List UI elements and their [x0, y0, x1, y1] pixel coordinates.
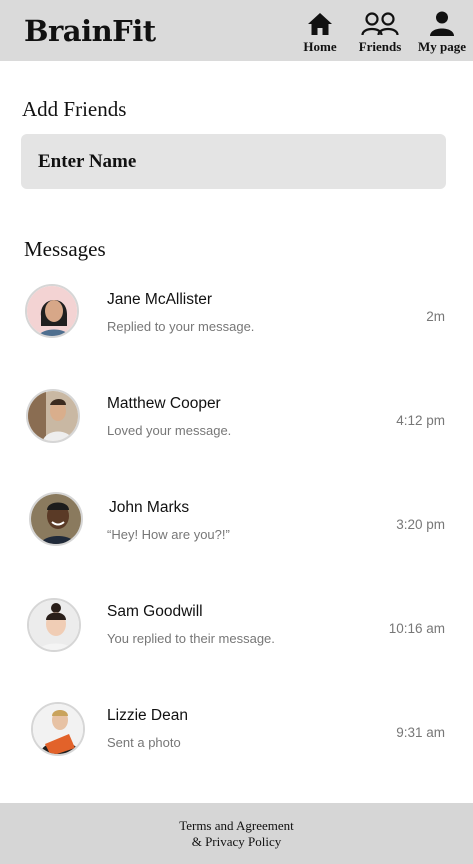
- contact-name: Sam Goodwill: [107, 603, 203, 620]
- message-preview: Replied to your message.: [107, 319, 255, 334]
- message-item[interactable]: Matthew Cooper Loved your message. 4:12 …: [0, 384, 473, 464]
- messages-title: Messages: [24, 237, 106, 261]
- avatar: [29, 492, 83, 546]
- message-preview: You replied to their message.: [107, 631, 275, 646]
- avatar: [31, 702, 85, 756]
- home-icon: [307, 8, 333, 36]
- message-item[interactable]: John Marks “Hey! How are you?!” 3:20 pm: [0, 488, 473, 568]
- message-time: 9:31 am: [396, 725, 445, 740]
- message-time: 4:12 pm: [396, 413, 445, 428]
- privacy-link[interactable]: & Privacy Policy: [192, 834, 282, 850]
- avatar: [25, 284, 79, 338]
- message-preview: Sent a photo: [107, 735, 181, 750]
- enter-name-input[interactable]: [21, 134, 446, 189]
- message-time: 2m: [426, 309, 445, 324]
- contact-name: Lizzie Dean: [107, 707, 188, 724]
- contact-name: John Marks: [109, 499, 190, 516]
- brand-logo[interactable]: BrainFit: [24, 14, 156, 48]
- message-item[interactable]: Lizzie Dean Sent a photo 9:31 am: [0, 696, 473, 776]
- contact-name: Matthew Cooper: [107, 395, 221, 412]
- top-bar: BrainFit Home Friends My page: [0, 0, 473, 61]
- nav-my-page-label: My page: [417, 39, 467, 54]
- nav-friends-label: Friends: [358, 39, 402, 54]
- terms-link[interactable]: Terms and Agreement: [179, 818, 294, 834]
- nav-my-page[interactable]: My page: [417, 8, 467, 55]
- message-item[interactable]: Sam Goodwill You replied to their messag…: [0, 592, 473, 672]
- footer: Terms and Agreement & Privacy Policy: [0, 803, 473, 864]
- message-time: 3:20 pm: [396, 517, 445, 532]
- message-time: 10:16 am: [388, 621, 445, 636]
- add-friends-title: Add Friends: [22, 97, 127, 121]
- nav-home[interactable]: Home: [302, 8, 338, 55]
- nav-friends[interactable]: Friends: [354, 8, 406, 55]
- user-icon: [429, 8, 455, 36]
- avatar: [27, 598, 81, 652]
- avatar: [26, 389, 80, 443]
- nav-home-label: Home: [303, 39, 337, 54]
- message-item[interactable]: Jane McAllister Replied to your message.…: [0, 280, 473, 360]
- friends-icon: [361, 8, 399, 36]
- contact-name: Jane McAllister: [107, 291, 213, 308]
- message-preview: Loved your message.: [107, 423, 232, 438]
- message-preview: “Hey! How are you?!”: [107, 527, 230, 542]
